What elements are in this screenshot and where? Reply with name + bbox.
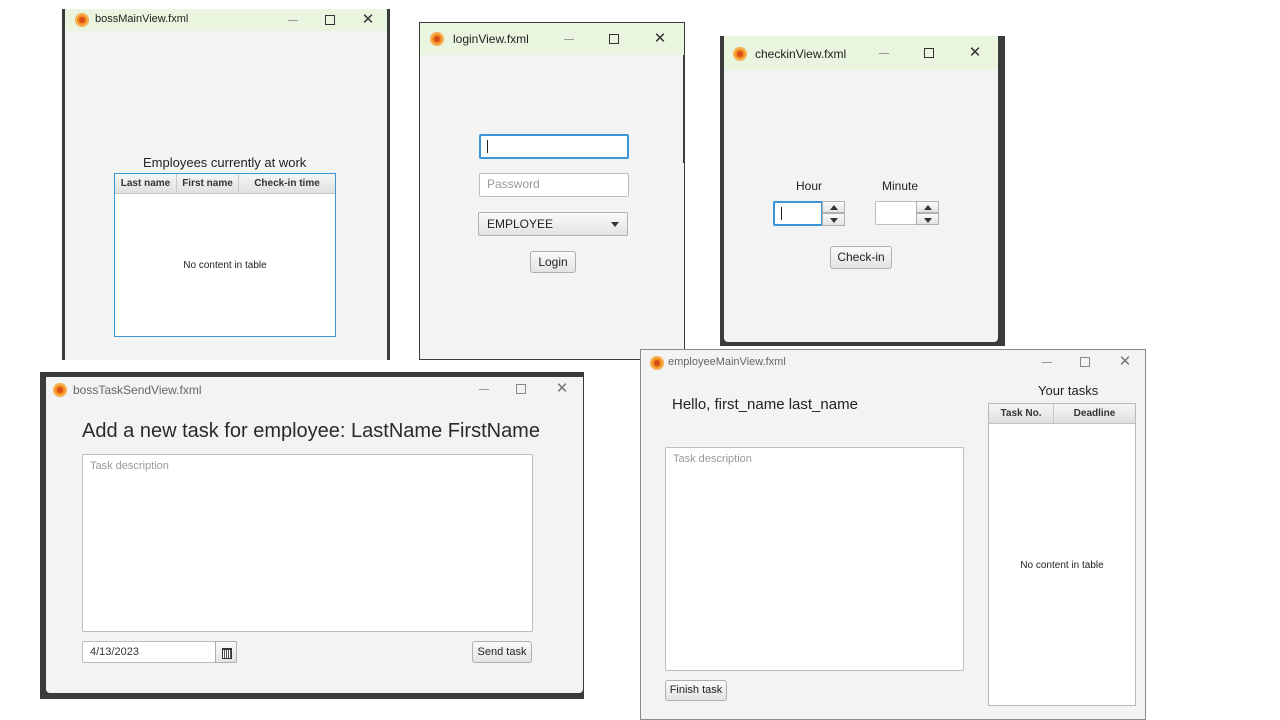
column-deadline[interactable]: Deadline xyxy=(1054,404,1135,423)
column-first-name[interactable]: First name xyxy=(177,174,239,193)
close-button[interactable]: ✕ xyxy=(960,44,990,62)
task-form-heading: Add a new task for employee: LastName Fi… xyxy=(82,420,540,442)
maximize-button[interactable] xyxy=(914,44,944,62)
task-description-placeholder: Task description xyxy=(673,453,752,465)
your-tasks-label: Your tasks xyxy=(1038,383,1099,398)
close-button[interactable]: ✕ xyxy=(353,11,383,29)
hour-spinner-up[interactable] xyxy=(822,201,845,213)
boss-main-titlebar[interactable]: bossMainView.fxml ✕ xyxy=(65,9,387,31)
minute-spinner-up[interactable] xyxy=(916,201,939,213)
checkin-window-inner: checkinView.fxml ✕ Hour Minute Check-in xyxy=(724,36,998,342)
hour-spinner-down[interactable] xyxy=(822,213,845,226)
employees-table-header: Last name First name Check-in time xyxy=(115,174,335,194)
checkin-button[interactable]: Check-in xyxy=(830,246,892,269)
employee-main-titlebar[interactable]: employeeMainView.fxml ✕ xyxy=(641,350,1145,376)
role-select[interactable]: EMPLOYEE xyxy=(478,212,628,236)
tasks-table[interactable]: Task No. Deadline No content in table xyxy=(988,403,1136,706)
boss-task-window: bossTaskSendView.fxml ✕ Add a new task f… xyxy=(40,372,584,699)
minimize-button[interactable] xyxy=(469,380,499,398)
task-description-placeholder: Task description xyxy=(90,460,169,472)
chevron-up-icon xyxy=(830,205,838,210)
date-picker-button[interactable] xyxy=(215,641,237,663)
column-last-name[interactable]: Last name xyxy=(115,174,177,193)
login-button[interactable]: Login xyxy=(530,251,576,273)
chevron-up-icon xyxy=(924,205,932,210)
task-description-textarea[interactable]: Task description xyxy=(82,454,533,632)
calendar-icon xyxy=(222,648,232,659)
empty-table-placeholder: No content in table xyxy=(1020,560,1104,571)
employee-main-window: employeeMainView.fxml ✕ Hello, first_nam… xyxy=(640,349,1146,720)
username-input[interactable] xyxy=(479,134,629,159)
app-icon xyxy=(650,356,664,370)
text-cursor xyxy=(781,207,782,220)
send-task-button[interactable]: Send task xyxy=(472,641,532,663)
minimize-button[interactable] xyxy=(869,44,899,62)
app-icon xyxy=(75,13,89,27)
chevron-down-icon xyxy=(611,222,619,227)
column-checkin-time[interactable]: Check-in time xyxy=(239,174,335,193)
close-button[interactable]: ✕ xyxy=(1110,353,1140,371)
close-button[interactable]: ✕ xyxy=(645,30,675,48)
minimize-button[interactable] xyxy=(1032,353,1062,371)
window-title: checkinView.fxml xyxy=(755,47,847,61)
chevron-down-icon xyxy=(830,218,838,223)
task-description-textarea[interactable]: Task description xyxy=(665,447,964,671)
employees-table[interactable]: Last name First name Check-in time No co… xyxy=(114,173,336,337)
window-title: bossTaskSendView.fxml xyxy=(73,383,202,397)
minute-spinner-input[interactable] xyxy=(875,201,917,225)
app-icon xyxy=(53,383,67,397)
window-frame-edge xyxy=(683,55,684,163)
app-icon xyxy=(733,47,747,61)
text-cursor xyxy=(487,140,488,153)
chevron-down-icon xyxy=(924,218,932,223)
login-window: loginView.fxml ✕ Password EMPLOYEE Login xyxy=(419,22,685,360)
app-icon xyxy=(430,32,444,46)
password-placeholder: Password xyxy=(487,177,540,191)
password-input[interactable]: Password xyxy=(479,173,629,197)
column-task-no[interactable]: Task No. xyxy=(989,404,1054,423)
hour-label: Hour xyxy=(796,179,823,193)
checkin-titlebar[interactable]: checkinView.fxml ✕ xyxy=(724,36,998,70)
window-title: loginView.fxml xyxy=(453,32,529,46)
close-button[interactable]: ✕ xyxy=(547,380,577,398)
tasks-table-header: Task No. Deadline xyxy=(989,404,1135,424)
maximize-button[interactable] xyxy=(1070,353,1100,371)
greeting-label: Hello, first_name last_name xyxy=(672,396,858,413)
boss-task-titlebar[interactable]: bossTaskSendView.fxml ✕ xyxy=(46,377,583,401)
window-title: employeeMainView.fxml xyxy=(668,356,786,368)
maximize-button[interactable] xyxy=(315,11,345,29)
boss-task-window-inner: bossTaskSendView.fxml ✕ Add a new task f… xyxy=(46,377,583,693)
minute-spinner-down[interactable] xyxy=(916,213,939,225)
finish-task-button[interactable]: Finish task xyxy=(665,680,727,701)
employees-at-work-label: Employees currently at work xyxy=(143,155,307,170)
empty-table-placeholder: No content in table xyxy=(183,260,267,271)
window-title: bossMainView.fxml xyxy=(95,13,189,25)
maximize-button[interactable] xyxy=(506,380,536,398)
minimize-button[interactable] xyxy=(278,11,308,29)
checkin-window: checkinView.fxml ✕ Hour Minute Check-in xyxy=(720,36,1005,346)
deadline-date-input[interactable]: 4/13/2023 xyxy=(82,641,216,663)
minute-label: Minute xyxy=(882,179,919,193)
login-titlebar[interactable]: loginView.fxml ✕ xyxy=(420,23,684,55)
boss-main-window: bossMainView.fxml ✕ Employees currently … xyxy=(62,9,390,360)
maximize-button[interactable] xyxy=(599,30,629,48)
role-select-value: EMPLOYEE xyxy=(487,217,554,231)
minimize-button[interactable] xyxy=(554,30,584,48)
